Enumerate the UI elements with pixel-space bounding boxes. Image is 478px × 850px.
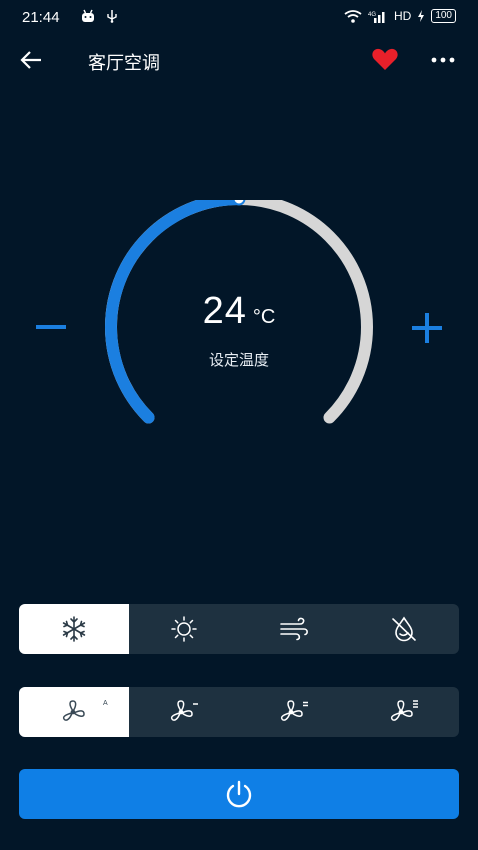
- minus-icon: [36, 325, 66, 329]
- arrow-left-icon: [20, 51, 41, 69]
- fan-high-icon: [390, 700, 418, 721]
- app-bar: 客厅空调: [0, 40, 478, 80]
- signal-label: 4G: [368, 12, 376, 18]
- favorite-button[interactable]: [371, 48, 401, 72]
- battery-level: 100: [431, 9, 456, 23]
- mode-dry[interactable]: [349, 604, 459, 654]
- temperature-label: 设定温度: [208, 352, 269, 369]
- fan-low-icon: [170, 700, 198, 721]
- more-options-button[interactable]: [430, 48, 460, 72]
- fan-medium-icon: [280, 700, 308, 721]
- fan-speed-selector: A: [19, 687, 459, 737]
- power-icon: [226, 780, 252, 808]
- dry-icon: [392, 616, 416, 642]
- page-title: 客厅空调: [88, 53, 160, 73]
- fan-speed-low[interactable]: [129, 687, 239, 737]
- charging-icon: [418, 10, 425, 22]
- network-label: HD: [393, 9, 412, 23]
- wind-icon: [280, 617, 308, 641]
- mode-cool[interactable]: [19, 604, 129, 654]
- status-right-icons: 4G HD 100: [344, 9, 456, 23]
- wifi-icon: [344, 9, 362, 23]
- temperature-value: 24: [202, 290, 247, 332]
- mode-fan[interactable]: [239, 604, 349, 654]
- signal-icon: 4G: [368, 11, 385, 23]
- more-dots-icon: [431, 57, 455, 63]
- mode-selector: [19, 604, 459, 654]
- fan-speed-auto[interactable]: A: [19, 687, 129, 737]
- status-bar: 21:44 4G HD 100: [0, 0, 478, 34]
- power-button[interactable]: [19, 769, 459, 819]
- snowflake-icon: [62, 616, 86, 642]
- status-time: 21:44: [22, 9, 60, 26]
- fan-auto-icon: [62, 700, 85, 721]
- temperature-unit: °C: [252, 306, 276, 328]
- temperature-readout: 24 °C: [0, 290, 478, 333]
- fan-speed-medium[interactable]: [239, 687, 349, 737]
- dial-knob[interactable]: [232, 192, 246, 206]
- fan-auto-label: A: [103, 700, 108, 707]
- status-notification-icons: [80, 9, 118, 23]
- android-icon: [82, 9, 94, 22]
- fan-speed-high[interactable]: [349, 687, 459, 737]
- decrease-temperature-button[interactable]: [34, 311, 70, 343]
- heart-icon: [372, 48, 398, 70]
- plus-icon: [412, 313, 442, 343]
- mode-heat[interactable]: [129, 604, 239, 654]
- sun-icon: [171, 616, 197, 642]
- back-button[interactable]: [18, 48, 48, 72]
- increase-temperature-button[interactable]: [408, 309, 446, 347]
- usb-icon: [107, 10, 117, 23]
